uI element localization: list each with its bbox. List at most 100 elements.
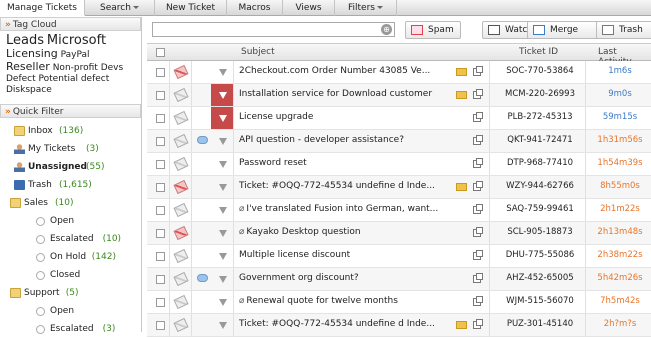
row-checkbox[interactable]	[156, 68, 165, 77]
flag-icon[interactable]	[173, 271, 189, 287]
tag-link[interactable]: Defect	[6, 74, 36, 84]
filter-item-sales[interactable]: Sales (10)	[0, 194, 140, 212]
table-row[interactable]: Password reset DTP-968-77410 1h54m39s	[147, 153, 651, 176]
row-checkbox[interactable]	[156, 229, 165, 238]
ticket-subject[interactable]: ⌀ I've translated Fusion into German, wan…	[239, 204, 454, 214]
open-external-icon[interactable]	[473, 158, 483, 168]
open-external-icon[interactable]	[473, 89, 483, 99]
tab-new-ticket[interactable]: New Ticket	[155, 0, 227, 16]
tag-cloud-header[interactable]: » Tag Cloud	[0, 17, 141, 31]
row-checkbox[interactable]	[156, 183, 165, 192]
column-subject[interactable]: Subject	[241, 47, 275, 57]
filter-item-trash[interactable]: Trash (1,615)	[0, 176, 140, 194]
tag-link[interactable]: PayPal	[61, 50, 90, 60]
ticket-id[interactable]: MCM-220-26993	[496, 89, 584, 99]
open-external-icon[interactable]	[473, 66, 483, 76]
row-checkbox[interactable]	[156, 114, 165, 123]
row-checkbox[interactable]	[156, 206, 165, 215]
ticket-id[interactable]: PUZ-301-45140	[496, 319, 584, 329]
flag-icon[interactable]	[173, 179, 189, 195]
open-external-icon[interactable]	[473, 204, 483, 214]
flag-icon[interactable]	[173, 133, 189, 149]
open-external-icon[interactable]	[473, 135, 483, 145]
ticket-subject[interactable]: License upgrade	[239, 112, 454, 122]
row-checkbox[interactable]	[156, 275, 165, 284]
table-row[interactable]: Government org discount? AHZ-452-65005 5h4…	[147, 268, 651, 291]
row-checkbox[interactable]	[156, 91, 165, 100]
row-checkbox[interactable]	[156, 137, 165, 146]
flag-icon[interactable]	[173, 248, 189, 264]
table-row[interactable]: API question - developer assistance? QKT-…	[147, 130, 651, 153]
row-checkbox[interactable]	[156, 160, 165, 169]
tag-link[interactable]: Devs	[101, 63, 123, 73]
ticket-id[interactable]: PLB-272-45313	[496, 112, 584, 122]
ticket-subject[interactable]: Password reset	[239, 158, 454, 168]
tab-filters[interactable]: Filters	[335, 0, 397, 16]
ticket-id[interactable]: SOC-770-53864	[496, 66, 584, 76]
table-row[interactable]: ⌀ Renewal quote for twelve months WJM-515-…	[147, 291, 651, 314]
flag-icon[interactable]	[173, 225, 189, 241]
filter-item-open[interactable]: Open	[0, 302, 140, 320]
open-external-icon[interactable]	[473, 227, 483, 237]
trash-button[interactable]: Trash	[596, 21, 651, 39]
ticket-id[interactable]: DHU-775-55086	[496, 250, 584, 260]
filter-item-support[interactable]: Support (5)	[0, 284, 140, 302]
search-input[interactable]: ⊕	[152, 22, 395, 37]
open-external-icon[interactable]	[473, 296, 483, 306]
filter-item-my-tickets[interactable]: My Tickets (3)	[0, 140, 140, 158]
filter-item-escalated[interactable]: Escalated (10)	[0, 230, 140, 248]
merge-button[interactable]: Merge	[527, 21, 604, 39]
flag-icon[interactable]	[173, 317, 189, 333]
flag-icon[interactable]	[173, 294, 189, 310]
ticket-id[interactable]: AHZ-452-65005	[496, 273, 584, 283]
flag-icon[interactable]	[173, 156, 189, 172]
table-row[interactable]: Ticket: #OQQ-772-45534 undefine d Inde..…	[147, 314, 651, 337]
open-external-icon[interactable]	[473, 319, 483, 329]
filter-item-inbox[interactable]: Inbox (136)	[0, 122, 140, 140]
quick-filter-header[interactable]: » Quick Filter	[0, 104, 141, 118]
table-row[interactable]: ⌀ I've translated Fusion into German, wan…	[147, 199, 651, 222]
select-all-checkbox[interactable]	[156, 48, 165, 57]
row-checkbox[interactable]	[156, 252, 165, 261]
ticket-subject[interactable]: ⌀ Kayako Desktop question	[239, 227, 454, 237]
ticket-id[interactable]: DTP-968-77410	[496, 158, 584, 168]
tag-link[interactable]: Licensing	[6, 47, 58, 60]
table-row[interactable]: Installation service for Download custom…	[147, 84, 651, 107]
column-ticket-id[interactable]: Ticket ID	[519, 47, 558, 57]
tag-link[interactable]: Non-profit	[53, 63, 98, 73]
ticket-subject[interactable]: Installation service for Download custom…	[239, 89, 454, 99]
filter-item-closed[interactable]: Closed	[0, 266, 140, 284]
ticket-subject[interactable]: Multiple license discount	[239, 250, 454, 260]
open-external-icon[interactable]	[473, 181, 483, 191]
table-row[interactable]: Multiple license discount DHU-775-55086 2h…	[147, 245, 651, 268]
flag-icon[interactable]	[173, 64, 189, 80]
ticket-id[interactable]: SCL-905-18873	[496, 227, 584, 237]
open-external-icon[interactable]	[473, 273, 483, 283]
table-row[interactable]: Ticket: #OQQ-772-45534 undefine d Inde..…	[147, 176, 651, 199]
ticket-subject[interactable]: Ticket: #OQQ-772-45534 undefine d Inde..…	[239, 319, 454, 329]
tab-macros[interactable]: Macros	[227, 0, 283, 16]
table-row[interactable]: License upgrade PLB-272-45313 59m15s	[147, 107, 651, 130]
flag-icon[interactable]	[173, 87, 189, 103]
tag-link[interactable]: Reseller	[6, 60, 50, 73]
tag-link[interactable]: Potential defect	[39, 74, 110, 84]
ticket-id[interactable]: WZY-944-62766	[496, 181, 584, 191]
ticket-subject[interactable]: Government org discount?	[239, 273, 454, 283]
ticket-subject[interactable]: 2Checkout.com Order Number 43085 Ve...	[239, 66, 454, 76]
flag-icon[interactable]	[173, 202, 189, 218]
flag-icon[interactable]	[173, 110, 189, 126]
filter-item-on-hold[interactable]: On Hold (142)	[0, 248, 140, 266]
table-row[interactable]: 2Checkout.com Order Number 43085 Ve... SO…	[147, 61, 651, 84]
table-row[interactable]: ⌀ Kayako Desktop question SCL-905-18873 2h1…	[147, 222, 651, 245]
tab-views[interactable]: Views	[283, 0, 335, 16]
open-external-icon[interactable]	[473, 112, 483, 122]
search-icon[interactable]: ⊕	[381, 24, 392, 35]
ticket-id[interactable]: WJM-515-56070	[496, 296, 584, 306]
tag-link[interactable]: Diskspace	[6, 85, 52, 95]
ticket-id[interactable]: QKT-941-72471	[496, 135, 584, 145]
ticket-subject[interactable]: Ticket: #OQQ-772-45534 undefine d Inde..…	[239, 181, 454, 191]
ticket-subject[interactable]: ⌀ Renewal quote for twelve months	[239, 296, 454, 306]
open-external-icon[interactable]	[473, 250, 483, 260]
tab-search[interactable]: Search	[85, 0, 155, 16]
tab-manage-tickets[interactable]: Manage Tickets	[0, 0, 85, 16]
